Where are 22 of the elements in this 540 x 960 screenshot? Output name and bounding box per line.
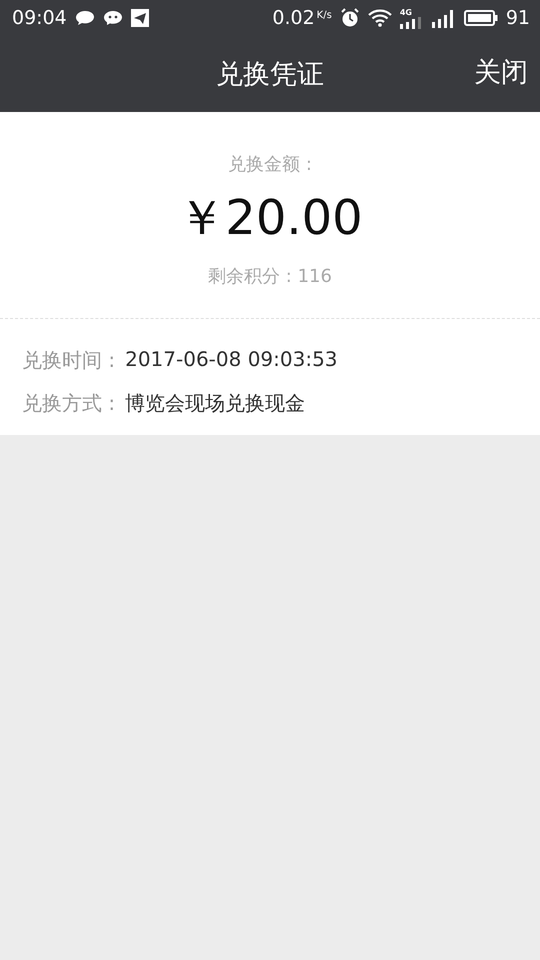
detail-value: 2017-06-08 09:03:53 [125,347,338,373]
chat-face-icon [102,9,123,27]
signal-icon [432,8,456,28]
remaining-points: 剩余积分 : 116 [208,265,332,288]
close-button[interactable]: 关闭 [474,54,528,90]
battery-level: 91 [506,7,530,29]
status-time: 09:04 [12,7,67,29]
speed-unit: K/s [316,10,332,20]
amount-value: ￥20.00 [177,189,363,248]
detail-label: 兑换方式 : [22,390,116,417]
detail-label: 兑换时间 : [22,347,116,374]
network-speed: 0.02 [272,7,315,29]
detail-value: 博览会现场兑换现金 [125,390,306,417]
wifi-icon [368,9,392,27]
chat-bubble-icon [74,9,95,27]
page-title: 兑换凭证 [216,58,324,92]
paper-plane-icon [130,9,149,27]
alarm-clock-icon [340,8,360,28]
battery-icon [464,9,498,27]
signal-icon [400,16,424,28]
amount-label: 兑换金额 : [228,153,312,176]
network-type: 4G [400,8,412,16]
